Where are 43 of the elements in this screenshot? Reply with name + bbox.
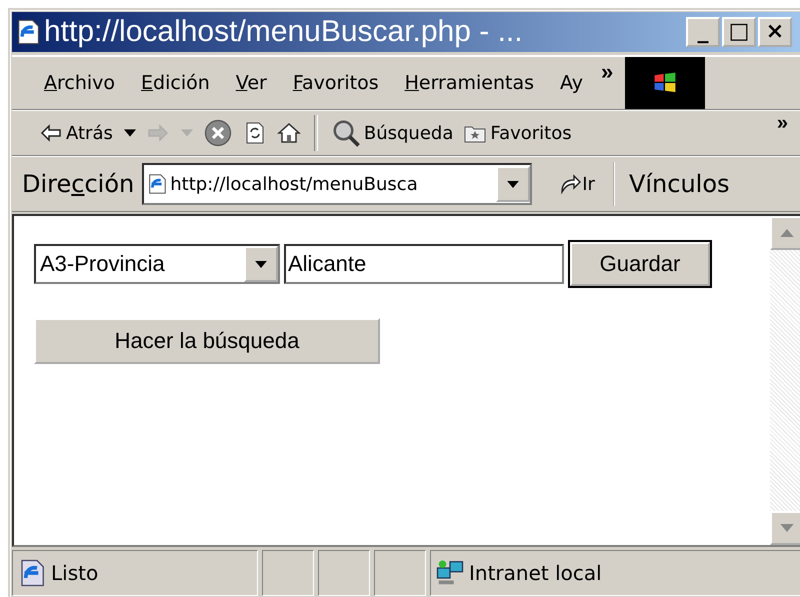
status-text: Listo <box>51 561 98 585</box>
links-button[interactable]: Vínculos <box>614 169 736 199</box>
menu-item[interactable]: Archivo <box>32 72 130 94</box>
caret-icon <box>507 180 520 188</box>
save-button[interactable]: Guardar <box>570 242 710 286</box>
status-pane <box>262 550 314 596</box>
up-arrow-icon <box>780 229 794 237</box>
address-label: Dirección <box>22 170 134 198</box>
go-button[interactable]: Ir <box>532 162 615 206</box>
zone-text: Intranet local <box>469 561 602 585</box>
more-chevron[interactable]: » <box>596 59 618 85</box>
down-arrow-icon <box>780 524 794 532</box>
text-field[interactable]: Alicante <box>284 244 564 284</box>
scroll-down-button[interactable] <box>770 511 800 545</box>
back-button[interactable]: Atrás <box>34 121 141 145</box>
window-title: http://localhost/menuBuscar.php - ... <box>44 15 524 49</box>
minimize-button[interactable]: _ <box>686 17 720 47</box>
caret-icon <box>180 129 193 137</box>
dropdown-button[interactable] <box>496 166 530 202</box>
menu-item[interactable]: Ay <box>548 72 597 94</box>
search-icon <box>330 118 361 148</box>
menu-item[interactable]: Favoritos <box>280 72 393 94</box>
home-icon <box>276 121 301 145</box>
scroll-up-button[interactable] <box>770 216 800 250</box>
favorites-button[interactable]: Favoritos <box>458 121 577 145</box>
search-button[interactable]: Hacer la búsqueda <box>34 318 380 364</box>
close-button[interactable]: × <box>758 17 792 47</box>
caret-icon <box>124 129 136 137</box>
menu-item[interactable]: Edición <box>129 72 224 94</box>
status-pane <box>374 550 426 596</box>
province-select[interactable]: A3-Provincia <box>34 244 280 284</box>
dropdown-button[interactable] <box>244 246 278 282</box>
maximize-button[interactable]: □ <box>722 17 756 47</box>
search-button[interactable]: Búsqueda <box>326 118 458 148</box>
stop-icon <box>202 118 233 148</box>
caret-icon <box>255 260 267 268</box>
address-field[interactable]: http://localhost/menuBusca <box>142 163 532 205</box>
scrollbar[interactable] <box>770 216 800 545</box>
status-pane <box>318 550 370 596</box>
left-arrow-icon <box>39 121 63 145</box>
menu-item[interactable]: Herramientas <box>392 72 548 94</box>
more-chevron[interactable]: » <box>770 111 794 136</box>
menu-item[interactable]: Ver <box>224 72 281 94</box>
